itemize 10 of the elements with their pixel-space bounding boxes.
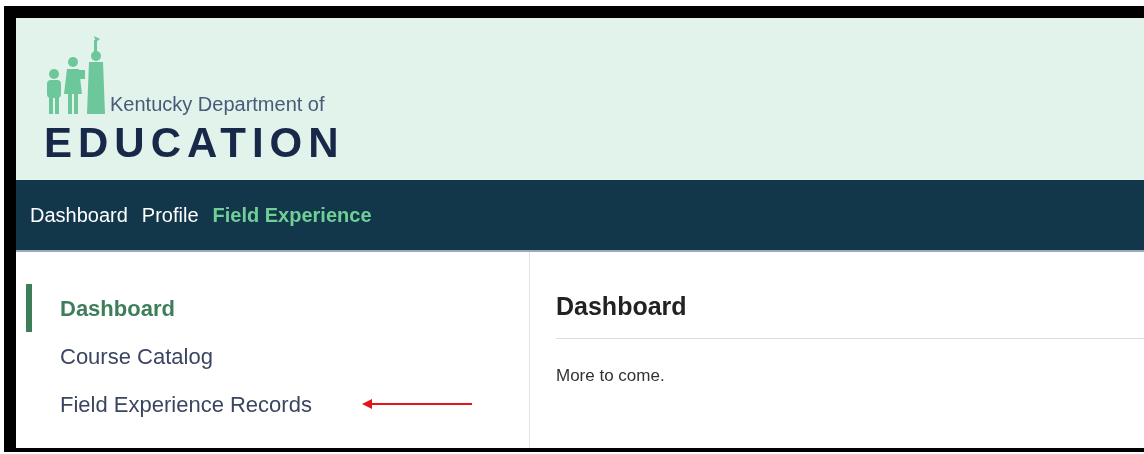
sidebar-link[interactable]: Field Experience Records bbox=[60, 387, 312, 421]
sidebar-link[interactable]: Course Catalog bbox=[60, 339, 213, 373]
body-text: More to come. bbox=[556, 364, 665, 387]
nav-link[interactable]: Profile bbox=[141, 200, 199, 230]
page-title: Dashboard bbox=[556, 291, 687, 322]
nav-link[interactable]: Field Experience bbox=[212, 200, 372, 230]
logo-title: EDUCATION bbox=[44, 122, 345, 164]
nav-link[interactable]: Dashboard bbox=[30, 200, 128, 230]
sidebar-link[interactable]: Dashboard bbox=[60, 291, 175, 325]
logo-subtitle: Kentucky Department of bbox=[110, 94, 325, 114]
